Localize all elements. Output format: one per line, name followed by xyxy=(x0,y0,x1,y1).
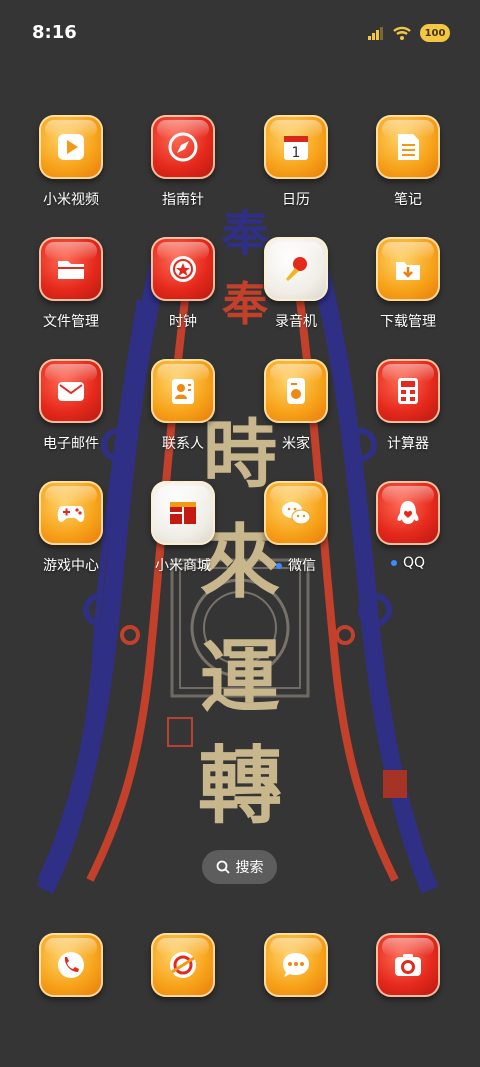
messages-icon[interactable] xyxy=(264,933,328,997)
app-label: 时钟 xyxy=(169,314,197,330)
app-label: 小米商城 xyxy=(155,558,211,574)
signal-icon xyxy=(368,27,383,40)
camera-icon[interactable] xyxy=(376,933,440,997)
new-badge-dot xyxy=(276,563,282,569)
app-compass[interactable]: 指南针 xyxy=(128,115,238,209)
status-bar: 8:16 100 xyxy=(0,0,480,64)
app-label-text: QQ xyxy=(402,555,426,571)
app-label: 文件管理 xyxy=(43,314,99,330)
mihome-icon[interactable] xyxy=(264,359,328,423)
app-calculator[interactable]: 计算器 xyxy=(353,359,463,453)
calendar-icon[interactable]: 1 xyxy=(264,115,328,179)
gamepad-icon[interactable] xyxy=(39,481,103,545)
notes-icon[interactable] xyxy=(376,115,440,179)
app-qq[interactable]: QQ xyxy=(353,481,463,571)
status-time: 8:16 xyxy=(32,22,77,43)
app-wechat[interactable]: 微信 xyxy=(241,481,351,575)
app-notes[interactable]: 笔记 xyxy=(353,115,463,209)
app-contacts[interactable]: 联系人 xyxy=(128,359,238,453)
battery-indicator: 100 xyxy=(420,24,450,42)
dock-phone[interactable] xyxy=(16,933,126,997)
app-label: 计算器 xyxy=(387,436,429,452)
wechat-icon[interactable] xyxy=(264,481,328,545)
search-label: 搜索 xyxy=(235,860,264,876)
download-icon[interactable] xyxy=(376,237,440,301)
search-button[interactable]: 搜索 xyxy=(202,850,277,884)
app-label: 笔记 xyxy=(394,192,422,208)
dock-browser[interactable] xyxy=(128,933,238,997)
app-label: 下载管理 xyxy=(380,314,436,330)
dock-camera[interactable] xyxy=(353,933,463,997)
wallpaper-char-3: 運 xyxy=(200,630,280,724)
app-label: 联系人 xyxy=(162,436,204,452)
app-label: 微信 xyxy=(241,555,351,575)
compass-icon[interactable] xyxy=(151,115,215,179)
mail-icon[interactable] xyxy=(39,359,103,423)
video-play-icon[interactable] xyxy=(39,115,103,179)
app-label: 小米视频 xyxy=(43,192,99,208)
app-label: 电子邮件 xyxy=(43,436,99,452)
microphone-icon[interactable] xyxy=(264,237,328,301)
app-xiaomi-store[interactable]: 小米商城 xyxy=(128,481,238,575)
browser-icon[interactable] xyxy=(151,933,215,997)
app-mihome[interactable]: 米家 xyxy=(241,359,351,453)
calculator-icon[interactable] xyxy=(376,359,440,423)
app-xiaomi-video[interactable]: 小米视频 xyxy=(16,115,126,209)
app-email[interactable]: 电子邮件 xyxy=(16,359,126,453)
store-icon[interactable] xyxy=(151,481,215,545)
app-label-text: 微信 xyxy=(288,558,316,574)
new-badge-dot xyxy=(390,560,397,566)
phone-icon[interactable] xyxy=(39,933,103,997)
wifi-icon xyxy=(393,26,411,40)
app-label: 游戏中心 xyxy=(43,558,99,574)
status-icons: 100 xyxy=(368,22,450,44)
calendar-day: 1 xyxy=(292,145,301,161)
qq-icon[interactable] xyxy=(376,481,440,545)
app-label: 录音机 xyxy=(275,314,317,330)
search-icon xyxy=(216,860,230,874)
clock-icon[interactable] xyxy=(151,237,215,301)
app-recorder[interactable]: 录音机 xyxy=(241,237,351,331)
app-file-manager[interactable]: 文件管理 xyxy=(16,237,126,331)
app-label: 日历 xyxy=(282,192,310,208)
contacts-icon[interactable] xyxy=(151,359,215,423)
app-label: QQ xyxy=(353,555,463,571)
app-label: 米家 xyxy=(282,436,310,452)
wallpaper-char-4: 轉 xyxy=(198,736,282,835)
app-label: 指南针 xyxy=(162,192,204,208)
app-clock[interactable]: 时钟 xyxy=(128,237,238,331)
app-calendar[interactable]: 1 日历 xyxy=(241,115,351,209)
app-game-center[interactable]: 游戏中心 xyxy=(16,481,126,575)
folder-icon[interactable] xyxy=(39,237,103,301)
dock-messages[interactable] xyxy=(241,933,351,997)
app-download-manager[interactable]: 下载管理 xyxy=(353,237,463,331)
